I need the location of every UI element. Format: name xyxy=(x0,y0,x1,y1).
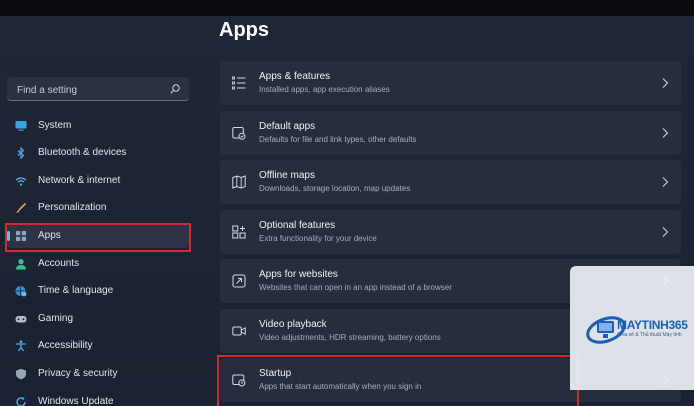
chevron-right-icon xyxy=(662,128,669,138)
card-subtitle: Apps that start automatically when you s… xyxy=(259,382,422,391)
list-icon xyxy=(232,76,246,90)
search-box[interactable] xyxy=(7,77,189,101)
update-icon xyxy=(16,396,26,406)
card-subtitle: Downloads, storage location, map updates xyxy=(259,184,411,193)
sidebar-item-network[interactable]: Network & internet xyxy=(7,169,189,193)
apps-icon xyxy=(16,231,26,241)
globe-clock-icon xyxy=(15,286,27,297)
card-title: Offline maps xyxy=(259,170,315,181)
wifi-icon xyxy=(15,177,27,186)
watermark: MAYTINH365 Chia sẻ & Thủ thuật Máy tính xyxy=(570,266,694,390)
sidebar-item-apps[interactable]: Apps xyxy=(7,224,189,248)
brand-tagline: Chia sẻ & Thủ thuật Máy tính xyxy=(617,332,682,338)
chevron-right-icon xyxy=(662,227,669,237)
sidebar-item-label: Accounts xyxy=(38,258,80,269)
person-icon xyxy=(16,259,26,270)
default-apps-icon xyxy=(232,127,246,140)
sidebar-item-personalization[interactable]: Personalization xyxy=(7,196,189,220)
card-title: Startup xyxy=(259,368,292,379)
card-offline-maps[interactable]: Offline maps Downloads, storage location… xyxy=(220,160,681,204)
accessibility-icon xyxy=(16,340,26,352)
shield-icon xyxy=(16,368,26,380)
chevron-right-icon xyxy=(662,177,669,187)
sidebar-item-label: Time & language xyxy=(38,285,114,296)
map-icon xyxy=(232,175,246,189)
gamepad-icon xyxy=(15,316,27,323)
search-icon[interactable] xyxy=(169,83,181,95)
card-title: Apps for websites xyxy=(259,269,338,280)
card-title: Apps & features xyxy=(259,71,331,82)
card-subtitle: Video adjustments, HDR streaming, batter… xyxy=(259,333,441,342)
sidebar-item-label: System xyxy=(38,120,72,131)
brand-name: MAYTINH365 xyxy=(617,318,688,332)
card-title: Video playback xyxy=(259,319,327,330)
card-subtitle: Defaults for file and link types, other … xyxy=(259,135,417,144)
sidebar-item-time-language[interactable]: Time & language xyxy=(7,279,189,303)
brush-icon xyxy=(16,202,27,213)
sidebar-item-label: Bluetooth & devices xyxy=(38,147,127,158)
bluetooth-icon xyxy=(17,147,25,159)
sidebar-item-bluetooth[interactable]: Bluetooth & devices xyxy=(7,141,189,165)
search-input[interactable] xyxy=(15,81,169,99)
sidebar-item-system[interactable]: System xyxy=(7,114,189,138)
card-subtitle: Websites that can open in an app instead… xyxy=(259,283,452,292)
sidebar-item-accounts[interactable]: Accounts xyxy=(7,252,189,276)
page-title: Apps xyxy=(219,19,269,41)
chevron-right-icon xyxy=(662,78,669,88)
card-subtitle: Installed apps, app execution aliases xyxy=(259,85,390,94)
card-optional-features[interactable]: Optional features Extra functionality fo… xyxy=(220,210,681,254)
selection-indicator xyxy=(7,231,10,241)
monitor-icon xyxy=(15,121,27,131)
video-icon xyxy=(232,326,246,336)
card-title: Default apps xyxy=(259,121,316,132)
sidebar-item-windows-update[interactable]: Windows Update xyxy=(7,390,189,406)
sidebar-item-label: Windows Update xyxy=(38,396,114,406)
sidebar-item-label: Personalization xyxy=(38,202,107,213)
card-default-apps[interactable]: Default apps Defaults for file and link … xyxy=(220,111,681,155)
startup-icon xyxy=(232,374,246,387)
sidebar-item-accessibility[interactable]: Accessibility xyxy=(7,334,189,358)
sidebar-item-privacy-security[interactable]: Privacy & security xyxy=(7,362,189,386)
sidebar-item-label: Accessibility xyxy=(38,340,93,351)
sidebar-item-label: Privacy & security xyxy=(38,368,118,379)
sidebar-item-label: Network & internet xyxy=(38,175,121,186)
card-apps-features[interactable]: Apps & features Installed apps, app exec… xyxy=(220,61,681,105)
card-title: Optional features xyxy=(259,220,336,231)
open-link-icon xyxy=(232,274,246,288)
sidebar-item-gaming[interactable]: Gaming xyxy=(7,307,189,331)
sidebar-item-label: Gaming xyxy=(38,313,74,324)
add-feature-icon xyxy=(232,225,246,239)
title-bar xyxy=(0,0,694,16)
card-subtitle: Extra functionality for your device xyxy=(259,234,377,243)
sidebar-item-label: Apps xyxy=(38,230,61,241)
